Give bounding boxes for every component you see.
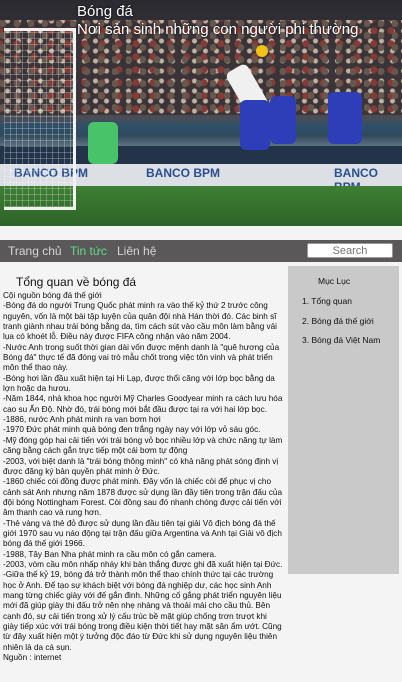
article-paragraph: -1886, nước Anh phát minh ra van bơm hơi [3,415,161,425]
sidebar-item-world-football[interactable]: 2. Bóng đá thế giới [302,316,374,326]
article-paragraph: -1970 Đức phát minh quả bóng đen trắng n… [3,425,261,435]
article-title: Tổng quan về bóng đá [16,275,137,289]
player-figure [270,96,296,144]
board-text: BANCO BPM [146,166,220,180]
nav-home[interactable]: Trang chủ [8,243,62,259]
goal-net [4,28,76,210]
sidebar-title: Mục Lục [318,276,351,286]
article-paragraph: -2003, với biệt danh là "trái bóng thông… [3,456,279,476]
sidebar-item-vietnam-football[interactable]: 3. Bóng đá Việt Nam [302,335,380,345]
sidebar-item-overview[interactable]: 1. Tổng quan [302,296,352,306]
article-paragraph: -1860 chiếc còi đồng được phát minh. Đây… [3,477,282,518]
hero-subtitle: Nơi sản sinh những con người phi thường [77,21,359,38]
goalkeeper-figure [88,122,118,164]
nav-contact[interactable]: Liên hệ [117,243,156,259]
article-paragraph: -Mỹ đóng góp hai cải tiến với trái bóng … [3,435,283,456]
article-paragraph: -Bóng hơi lần đầu xuất hiện tại Hi Lạp, … [3,373,275,394]
sidebar [288,266,399,574]
article-paragraph: -Bóng đá do người Trung Quốc phát minh r… [3,301,278,342]
article-paragraph: -Giữa thế kỷ 19, bóng đá trở thành môn t… [3,570,282,652]
search-input[interactable] [307,243,393,258]
article-paragraph: -1988, Tây Ban Nha phát minh ra cầu môn … [3,549,217,559]
article-source: Nguồn : internet [3,653,62,663]
nav-news[interactable]: Tin tức [70,243,107,259]
article-paragraph: -2003, vòm cầu môn nhấp nháy khi bàn thắ… [3,559,283,569]
article-paragraph: Cội nguồn bóng đá thế giới [3,291,102,300]
article-paragraph: -Nước Anh trong suốt thời gian dài vốn đ… [3,342,280,373]
hero-title: Bóng đá [77,3,133,20]
player-figure [240,100,270,150]
article-body: Cội nguồn bóng đá thế giới -Bóng đá do n… [3,291,283,663]
hero-image: BANCO BPM BANCO BPM BANCO BPM Bóng đá Nơ… [0,0,402,226]
player-figure [328,92,362,144]
article-paragraph: -Thẻ vàng và thẻ đỏ được sử dụng lần đầu… [3,518,282,549]
ball-icon [256,45,268,57]
article-paragraph: -Năm 1844, nhà khoa học người Mỹ Charles… [3,394,283,414]
